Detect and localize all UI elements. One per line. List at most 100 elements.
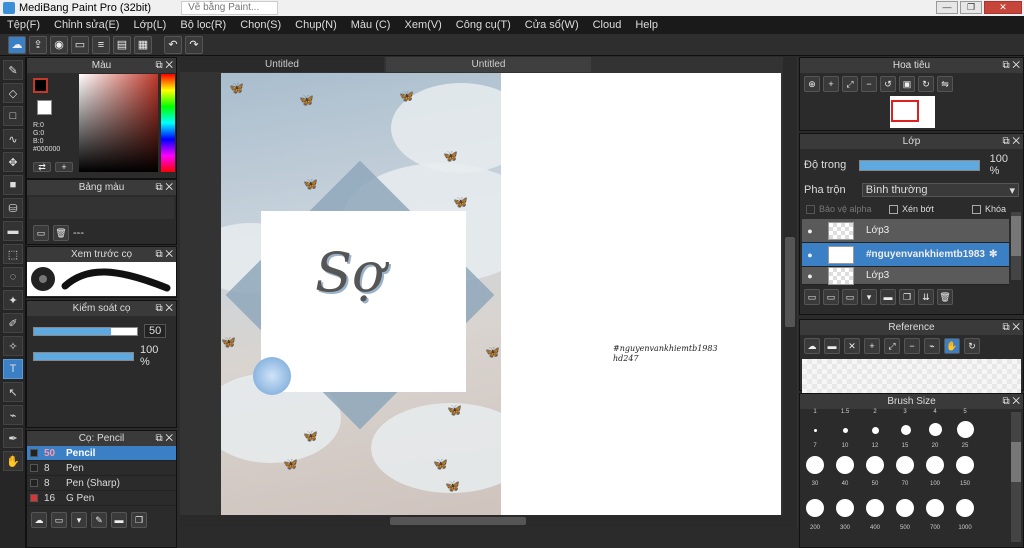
page-icon[interactable]: ▭ xyxy=(71,35,89,54)
lasso-icon[interactable]: ◌ xyxy=(3,267,23,287)
duplicate-icon[interactable]: ❐ xyxy=(899,289,915,305)
redo-icon[interactable]: ↷ xyxy=(185,35,203,54)
panel-close-icon[interactable]: ⧉ ✕ xyxy=(155,301,173,316)
lock-checkbox[interactable] xyxy=(972,204,981,214)
gradient-tool-icon[interactable]: ▬ xyxy=(3,221,23,241)
trash-icon[interactable]: 🗑 xyxy=(937,289,953,305)
background-color-swatch[interactable] xyxy=(37,100,52,115)
ref-fit-icon[interactable]: ⤢ xyxy=(884,338,900,354)
panel-close-icon[interactable]: ⧉ ✕ xyxy=(1002,320,1020,335)
select-pen-icon[interactable]: ✐ xyxy=(3,313,23,333)
ref-open-icon[interactable]: ▬ xyxy=(824,338,840,354)
new-palette-icon[interactable]: ▭ xyxy=(33,225,49,241)
rect-tool-icon[interactable]: □ xyxy=(3,106,23,126)
new-layer-8bit-icon[interactable]: ▭ xyxy=(823,289,839,305)
layer-row-selected[interactable]: ● #nguyenvankhiemtb1983 ✻ xyxy=(802,243,1009,267)
brush-edit-icon[interactable]: ✎ xyxy=(91,512,107,528)
delete-palette-icon[interactable]: 🗑 xyxy=(53,225,69,241)
layer-row[interactable]: ● Lớp3 xyxy=(802,266,1009,285)
zoom-in-icon[interactable]: + xyxy=(823,76,839,92)
brush-item-pen[interactable]: 8 Pen xyxy=(27,461,176,476)
zoom-icon[interactable]: ⊕ xyxy=(804,76,820,92)
menu-color[interactable]: Màu (C) xyxy=(344,19,398,31)
reference-view[interactable] xyxy=(802,359,1021,393)
rotate-left-icon[interactable]: ↺ xyxy=(880,76,896,92)
brush-size-value[interactable]: 50 xyxy=(144,324,167,338)
doc-tab-2[interactable]: Untitled xyxy=(386,57,591,72)
hue-slider[interactable] xyxy=(161,74,175,172)
menu-window[interactable]: Cửa sổ(W) xyxy=(518,19,586,31)
pen-tool-icon[interactable]: ✒ xyxy=(3,428,23,448)
magic-wand-icon[interactable]: ✦ xyxy=(3,290,23,310)
menu-capture[interactable]: Chụp(N) xyxy=(288,19,344,31)
color-saturation-area[interactable] xyxy=(79,74,158,172)
brush-size-slider[interactable] xyxy=(33,326,138,336)
new-layer-icon[interactable]: ▭ xyxy=(804,289,820,305)
comment-icon[interactable]: ◉ xyxy=(50,35,68,54)
alpha-lock-checkbox[interactable] xyxy=(806,204,815,214)
brush-item-pencil[interactable]: 50 Pencil xyxy=(27,446,176,461)
bucket-tool-icon[interactable]: ⛁ xyxy=(3,198,23,218)
minimize-button[interactable]: — xyxy=(936,1,958,14)
fit-icon[interactable]: ⤢ xyxy=(842,76,858,92)
panel-close-icon[interactable]: ⧉ ✕ xyxy=(155,58,173,73)
share-icon[interactable]: ⇪ xyxy=(29,35,47,54)
layer-row[interactable]: ● Lớp3 xyxy=(802,219,1009,243)
menu-tools[interactable]: Công cụ(T) xyxy=(449,19,518,31)
gear-icon[interactable]: ✻ xyxy=(989,249,997,260)
clipping-checkbox[interactable] xyxy=(889,204,898,214)
menu-cloud[interactable]: Cloud xyxy=(586,19,629,31)
cloud-upload-icon[interactable]: ☁ xyxy=(8,35,26,54)
color-swap-icon[interactable]: ⇄ xyxy=(33,162,51,172)
curve-tool-icon[interactable]: ∿ xyxy=(3,129,23,149)
eye-icon[interactable]: ● xyxy=(802,226,818,236)
ref-dropper-icon[interactable]: ⌁ xyxy=(924,338,940,354)
hand-tool-icon[interactable]: ✋ xyxy=(3,451,23,471)
dropper-icon[interactable]: ⌁ xyxy=(3,405,23,425)
list-icon[interactable]: ≡ xyxy=(92,35,110,54)
color-add-icon[interactable]: + xyxy=(55,162,73,172)
flip-icon[interactable]: ⇋ xyxy=(937,76,953,92)
select-rect-icon[interactable]: ⬚ xyxy=(3,244,23,264)
brush-add-icon[interactable]: ▭ xyxy=(51,512,67,528)
menu-help[interactable]: Help xyxy=(628,19,665,31)
operation-tool-icon[interactable]: ↖ xyxy=(3,382,23,402)
panel-close-icon[interactable]: ⧉ ✕ xyxy=(155,247,173,262)
eye-icon[interactable]: ● xyxy=(802,271,818,281)
canvas-vertical-scrollbar[interactable] xyxy=(783,57,797,527)
menu-file[interactable]: Tệp(F) xyxy=(0,19,47,31)
canvas-horizontal-scrollbar[interactable] xyxy=(180,515,784,527)
fill-rect-tool-icon[interactable]: ■ xyxy=(3,175,23,195)
menu-select[interactable]: Chọn(S) xyxy=(233,19,288,31)
foreground-color-swatch[interactable] xyxy=(33,78,48,93)
move-tool-icon[interactable]: ✥ xyxy=(3,152,23,172)
navigator-thumbnail[interactable] xyxy=(890,96,935,128)
panel-close-icon[interactable]: ⧉ ✕ xyxy=(155,431,173,446)
brush-folder-icon[interactable]: ▬ xyxy=(111,512,127,528)
panel-close-icon[interactable]: ⧉ ✕ xyxy=(155,180,173,195)
ref-zoom-out-icon[interactable]: − xyxy=(904,338,920,354)
menu-edit[interactable]: Chỉnh sửa(E) xyxy=(47,19,126,31)
ref-close-icon[interactable]: ✕ xyxy=(844,338,860,354)
brush-cloud-icon[interactable]: ☁ xyxy=(31,512,47,528)
ref-rotate-icon[interactable]: ↻ xyxy=(964,338,980,354)
text-tool-icon[interactable]: T xyxy=(3,359,23,379)
brush-opacity-slider[interactable] xyxy=(33,351,134,361)
layer-opacity-slider[interactable] xyxy=(859,159,980,171)
add-layer-menu-icon[interactable]: ▾ xyxy=(861,289,877,305)
panel-close-icon[interactable]: ⧉ ✕ xyxy=(1002,58,1020,73)
ref-zoom-in-icon[interactable]: + xyxy=(864,338,880,354)
doc-tab-1[interactable]: Untitled xyxy=(180,57,384,72)
panel-close-icon[interactable]: ⧉ ✕ xyxy=(1002,134,1020,149)
brush-item-pen-sharp[interactable]: 8 Pen (Sharp) xyxy=(27,476,176,491)
zoom-out-icon[interactable]: − xyxy=(861,76,877,92)
brush-tool-icon[interactable]: ✎ xyxy=(3,60,23,80)
brush-menu-icon[interactable]: ▾ xyxy=(71,512,87,528)
menu-filter[interactable]: Bộ lọc(R) xyxy=(173,19,233,31)
canvas-page[interactable]: #nguyenvankhiemtb1983 hd247 xyxy=(501,73,781,516)
blend-mode-select[interactable]: Bình thường ▾ xyxy=(861,183,1019,197)
ref-hand-icon[interactable]: ✋ xyxy=(944,338,960,354)
menu-layer[interactable]: Lớp(L) xyxy=(126,19,173,31)
brush-item-g-pen[interactable]: 16 G Pen xyxy=(27,491,176,506)
brush-copy-icon[interactable]: ❐ xyxy=(131,512,147,528)
